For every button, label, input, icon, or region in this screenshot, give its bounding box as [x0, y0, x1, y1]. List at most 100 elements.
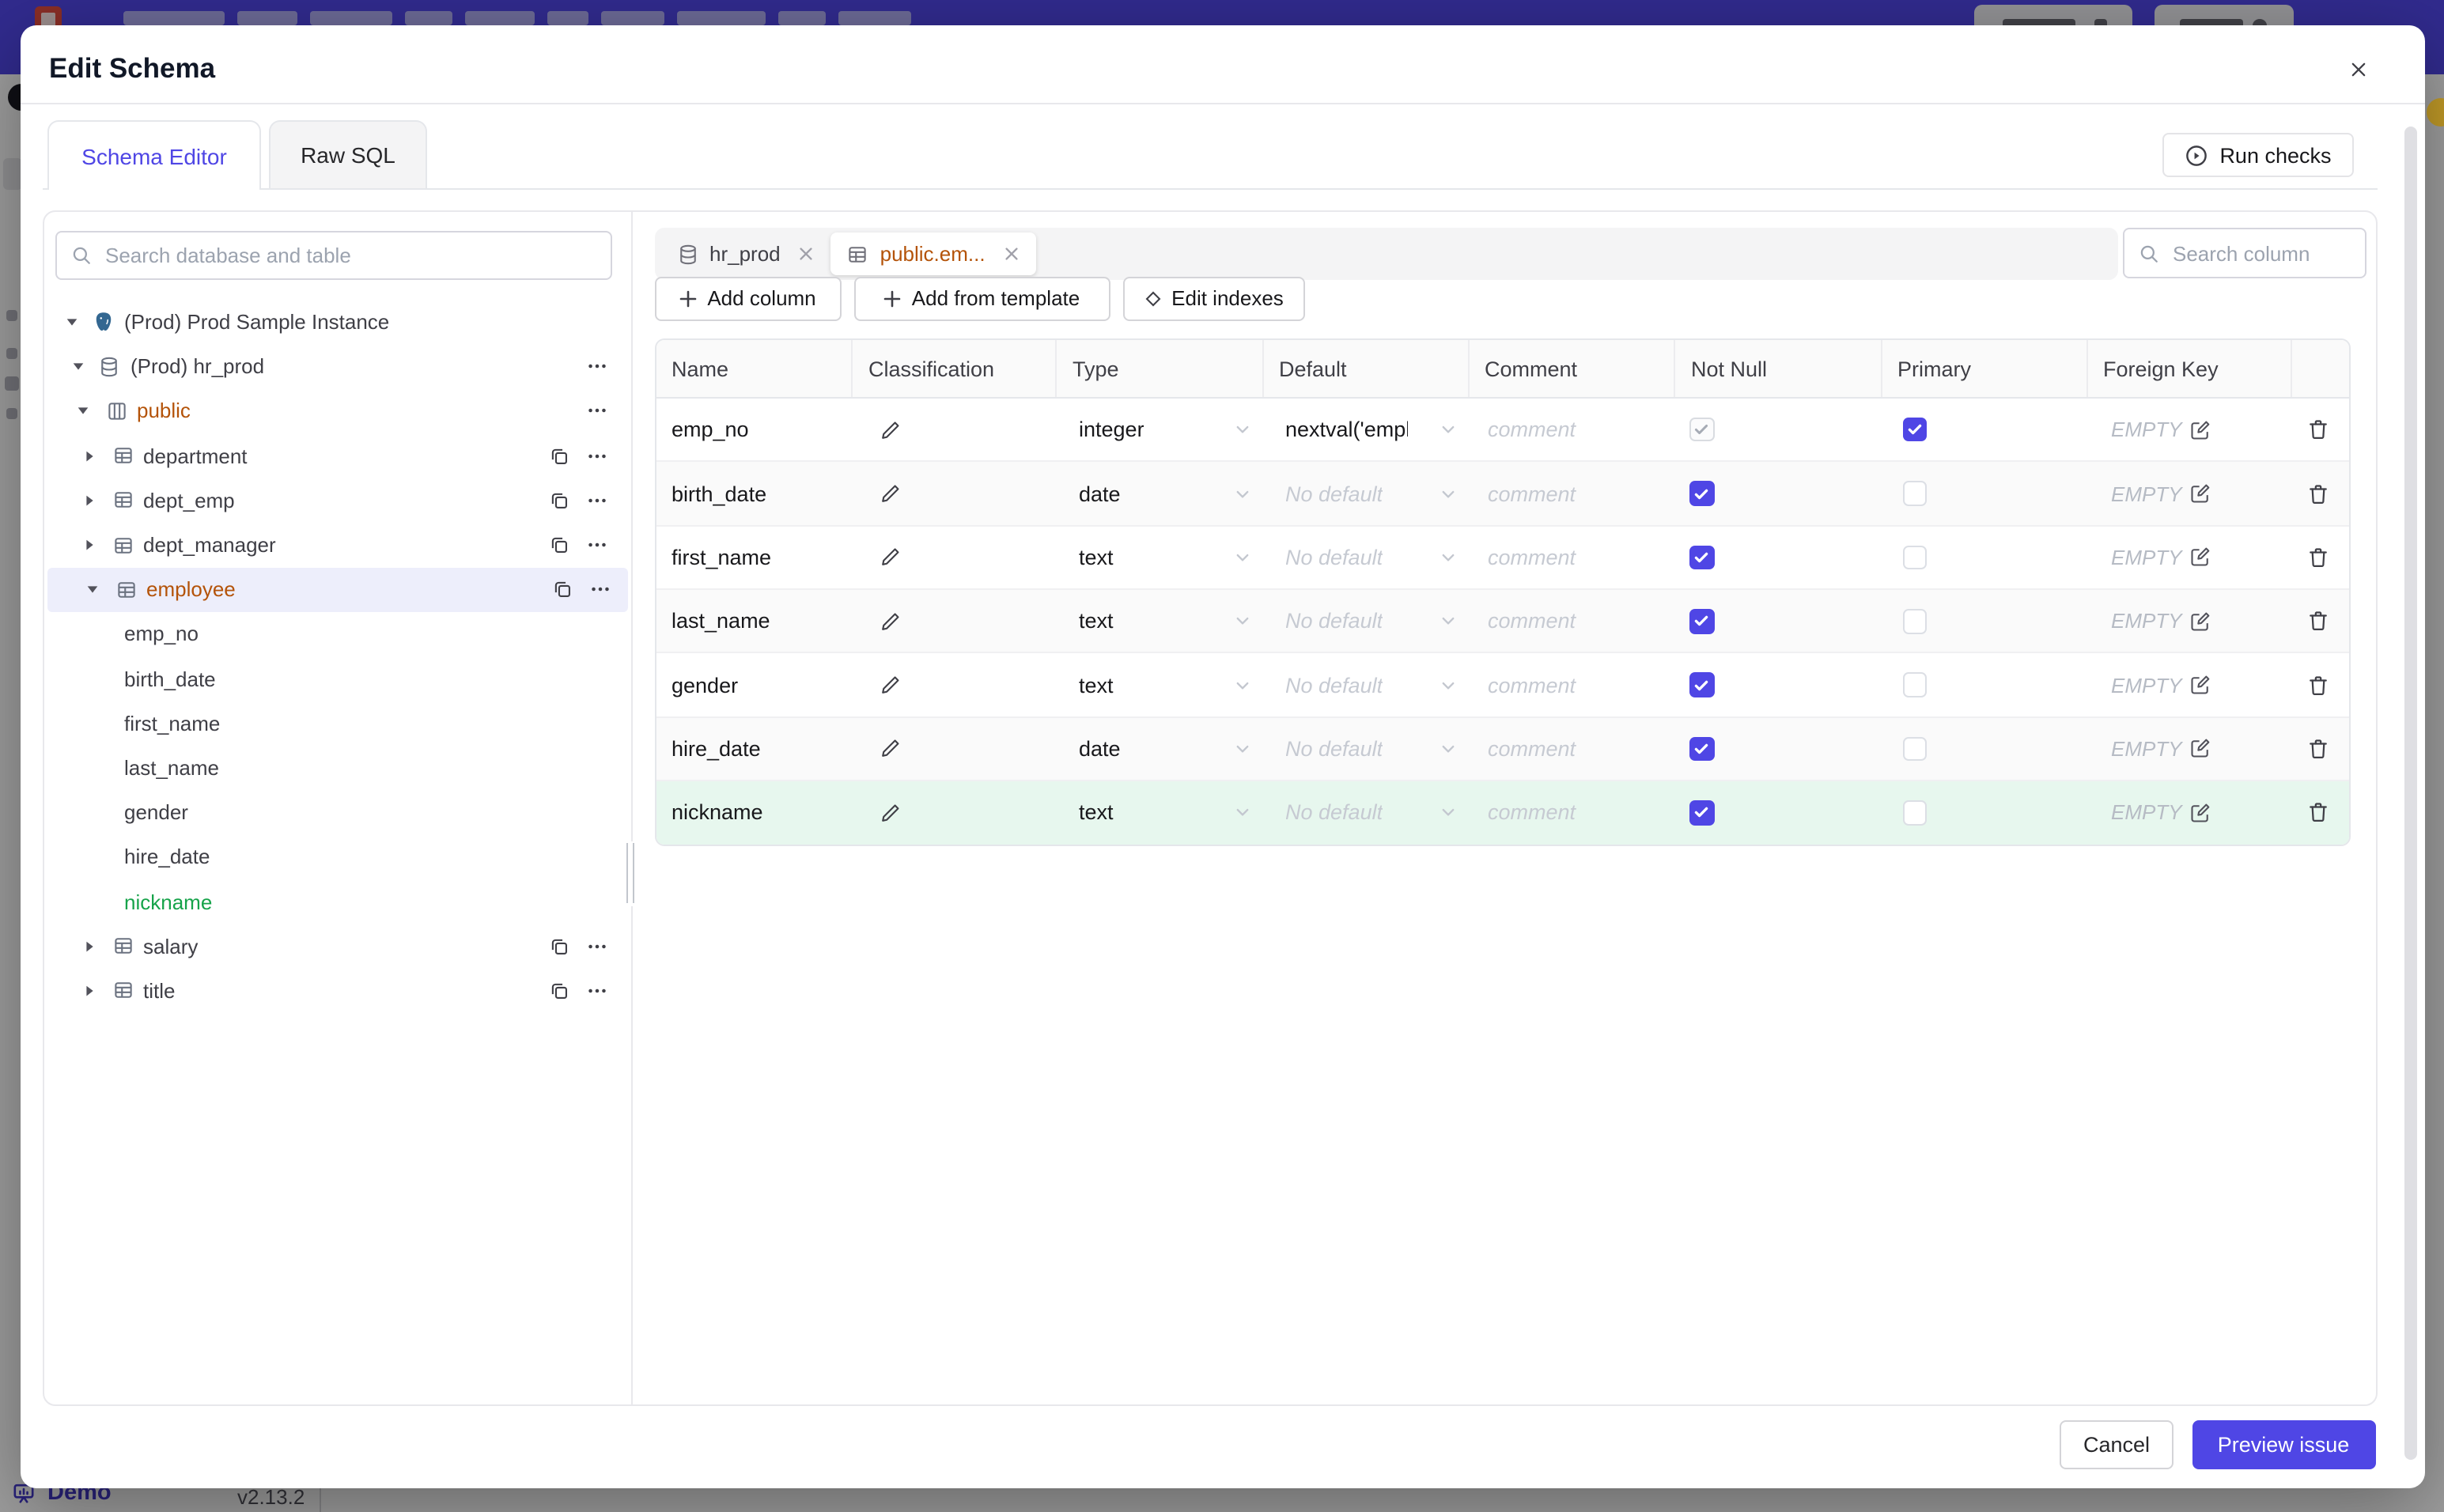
ellipsis-menu-icon[interactable] [587, 445, 607, 466]
tree-column-nickname[interactable]: nickname [44, 879, 631, 924]
type-select[interactable]: date [1055, 463, 1262, 525]
ellipsis-menu-icon[interactable] [587, 357, 607, 377]
chevron-down-icon[interactable] [70, 360, 85, 374]
edit-indexes-button[interactable]: Edit indexes [1122, 276, 1304, 321]
tree-node-salary[interactable]: salary [44, 924, 631, 968]
not-null-checkbox[interactable] [1689, 736, 1714, 762]
close-icon[interactable] [2340, 50, 2378, 88]
trash-icon[interactable] [2306, 673, 2330, 697]
edit-foreign-key-icon[interactable] [2190, 546, 2212, 569]
edit-foreign-key-icon[interactable] [2190, 802, 2212, 824]
primary-checkbox[interactable] [1902, 481, 1927, 506]
tree-column-gender[interactable]: gender [44, 790, 631, 834]
primary-checkbox[interactable] [1902, 545, 1927, 570]
ellipsis-menu-icon[interactable] [590, 579, 611, 599]
pencil-icon[interactable] [880, 802, 902, 824]
editor-tab-public-em-[interactable]: public.em... [830, 232, 1036, 275]
trash-icon[interactable] [2306, 482, 2330, 505]
column-name[interactable]: emp_no [656, 399, 851, 461]
not-null-checkbox[interactable] [1689, 545, 1714, 570]
type-select[interactable]: text [1055, 526, 1262, 588]
type-select[interactable]: integer [1055, 399, 1262, 461]
column-name[interactable]: birth_date [656, 463, 851, 525]
trash-icon[interactable] [2306, 737, 2330, 761]
primary-checkbox[interactable] [1902, 736, 1927, 762]
panel-resize-handle[interactable] [623, 841, 637, 905]
column-name[interactable]: hire_date [656, 718, 851, 781]
pencil-icon[interactable] [880, 418, 902, 440]
type-select[interactable]: text [1055, 590, 1262, 652]
tree-node-dept_emp[interactable]: dept_emp [44, 478, 631, 523]
edit-foreign-key-icon[interactable] [2190, 418, 2212, 440]
edit-foreign-key-icon[interactable] [2190, 674, 2212, 696]
default-select[interactable]: nextval('employ [1262, 399, 1467, 461]
copy-icon[interactable] [549, 535, 569, 555]
tree-node--prod-prod-sample-instance[interactable]: (Prod) Prod Sample Instance [44, 300, 631, 344]
type-select[interactable]: date [1055, 718, 1262, 781]
primary-checkbox[interactable] [1902, 672, 1927, 697]
chevron-down-icon[interactable] [65, 315, 79, 329]
pencil-icon[interactable] [880, 482, 902, 505]
pencil-icon[interactable] [880, 738, 902, 760]
comment-field[interactable]: comment [1467, 590, 1674, 652]
comment-field[interactable]: comment [1467, 463, 1674, 525]
add-from-template-button[interactable]: Add from template [853, 276, 1110, 321]
edit-foreign-key-icon[interactable] [2190, 482, 2212, 505]
not-null-checkbox[interactable] [1689, 672, 1714, 697]
tree-node-dept_manager[interactable]: dept_manager [44, 523, 631, 567]
editor-tab-hr_prod[interactable]: hr_prod [660, 232, 831, 275]
default-select[interactable]: No default [1262, 781, 1467, 844]
tree-column-emp_no[interactable]: emp_no [44, 612, 631, 656]
chevron-right-icon[interactable] [82, 538, 96, 552]
chevron-right-icon[interactable] [82, 493, 96, 508]
copy-icon[interactable] [552, 579, 573, 599]
tree-column-first_name[interactable]: first_name [44, 701, 631, 745]
comment-field[interactable]: comment [1467, 526, 1674, 588]
tree-node-public[interactable]: public [44, 389, 631, 433]
preview-issue-button[interactable]: Preview issue [2192, 1420, 2375, 1469]
chevron-down-icon[interactable] [76, 404, 90, 418]
column-name[interactable]: first_name [656, 526, 851, 588]
edit-foreign-key-icon[interactable] [2190, 610, 2212, 633]
tree-column-birth_date[interactable]: birth_date [44, 656, 631, 701]
not-null-checkbox[interactable] [1689, 609, 1714, 633]
trash-icon[interactable] [2306, 610, 2330, 633]
add-column-button[interactable]: Add column [654, 276, 841, 321]
tab-raw-sql[interactable]: Raw SQL [269, 120, 427, 188]
chevron-right-icon[interactable] [82, 984, 96, 998]
default-select[interactable]: No default [1262, 718, 1467, 781]
trash-icon[interactable] [2306, 546, 2330, 569]
modal-scrollbar[interactable] [2404, 126, 2417, 1459]
chevron-right-icon[interactable] [82, 939, 96, 953]
tree-search-input[interactable] [102, 242, 610, 269]
tree-node-employee[interactable]: employee [47, 567, 628, 612]
edit-foreign-key-icon[interactable] [2190, 738, 2212, 760]
copy-icon[interactable] [549, 490, 569, 511]
copy-icon[interactable] [549, 445, 569, 466]
comment-field[interactable]: comment [1467, 781, 1674, 844]
type-select[interactable]: text [1055, 781, 1262, 844]
trash-icon[interactable] [2306, 418, 2330, 441]
default-select[interactable]: No default [1262, 654, 1467, 716]
close-icon[interactable] [1003, 245, 1020, 263]
pencil-icon[interactable] [880, 546, 902, 569]
default-select[interactable]: No default [1262, 590, 1467, 652]
column-name[interactable]: nickname [656, 781, 851, 844]
primary-checkbox[interactable] [1902, 417, 1927, 442]
tree-node-title[interactable]: title [44, 969, 631, 1013]
column-search-input[interactable] [2170, 240, 2350, 266]
tree-node-department[interactable]: department [44, 433, 631, 478]
ellipsis-menu-icon[interactable] [587, 936, 607, 956]
column-name[interactable]: last_name [656, 590, 851, 652]
ellipsis-menu-icon[interactable] [587, 535, 607, 555]
comment-field[interactable]: comment [1467, 399, 1674, 461]
type-select[interactable]: text [1055, 654, 1262, 716]
cancel-button[interactable]: Cancel [2060, 1420, 2173, 1469]
comment-field[interactable]: comment [1467, 654, 1674, 716]
tree-column-last_name[interactable]: last_name [44, 746, 631, 790]
ellipsis-menu-icon[interactable] [587, 981, 607, 1001]
ellipsis-menu-icon[interactable] [587, 490, 607, 511]
comment-field[interactable]: comment [1467, 718, 1674, 781]
column-name[interactable]: gender [656, 654, 851, 716]
tab-schema-editor[interactable]: Schema Editor [47, 120, 261, 190]
